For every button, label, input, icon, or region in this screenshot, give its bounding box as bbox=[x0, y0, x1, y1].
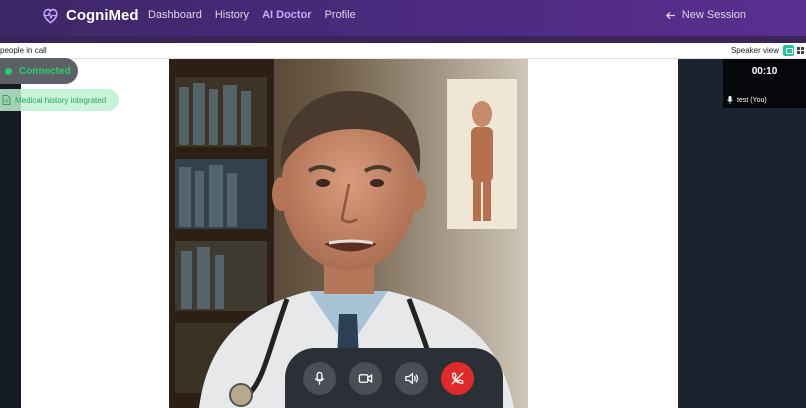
grid-view-icon[interactable] bbox=[797, 47, 804, 54]
call-controls-bar bbox=[285, 348, 503, 408]
brand[interactable]: CogniMed bbox=[41, 6, 139, 25]
phone-off-icon bbox=[451, 372, 464, 385]
video-camera-icon bbox=[358, 374, 373, 383]
brand-name: CogniMed bbox=[66, 7, 139, 24]
nav-ai-doctor[interactable]: AI Doctor bbox=[262, 9, 312, 21]
speaker-volume-button[interactable] bbox=[395, 362, 428, 395]
medical-history-badge: Medical history integrated bbox=[0, 89, 119, 111]
nav-history[interactable]: History bbox=[215, 9, 249, 21]
top-navbar: CogniMed Dashboard History AI Doctor Pro… bbox=[0, 0, 806, 36]
new-session-label: New Session bbox=[681, 9, 746, 21]
medical-history-label: Medical history integrated bbox=[15, 95, 107, 105]
nav-profile[interactable]: Profile bbox=[325, 9, 356, 21]
microphone-icon bbox=[314, 371, 325, 385]
new-session-button[interactable]: New Session bbox=[665, 9, 746, 21]
people-in-call-label: people in call bbox=[0, 46, 47, 55]
document-icon bbox=[2, 95, 11, 105]
toggle-camera-button[interactable] bbox=[349, 362, 382, 395]
participants-panel bbox=[678, 59, 806, 408]
heart-pulse-icon bbox=[43, 8, 58, 24]
speaker-icon bbox=[405, 372, 419, 385]
left-rail bbox=[0, 59, 21, 408]
end-call-button[interactable] bbox=[441, 362, 474, 395]
speaker-view-toggle[interactable] bbox=[783, 45, 794, 56]
self-video-tile[interactable]: 00:10 test (You) bbox=[723, 59, 806, 108]
main-nav: Dashboard History AI Doctor Profile bbox=[148, 9, 356, 21]
call-info-strip: people in call Speaker view bbox=[0, 43, 806, 59]
self-name-tag: test (You) bbox=[727, 96, 767, 104]
call-timer: 00:10 bbox=[751, 66, 778, 77]
speaker-view-label: Speaker view bbox=[730, 46, 779, 55]
status-dot-icon bbox=[5, 67, 12, 75]
self-name-label: test (You) bbox=[737, 96, 767, 104]
connection-status-label: Connected bbox=[19, 65, 71, 77]
microphone-icon bbox=[727, 96, 733, 104]
ai-doctor-call-app: CogniMed Dashboard History AI Doctor Pro… bbox=[0, 0, 806, 408]
connection-status-badge: Connected bbox=[0, 58, 78, 84]
navbar-divider bbox=[0, 36, 806, 43]
nav-dashboard[interactable]: Dashboard bbox=[148, 9, 202, 21]
arrow-left-icon bbox=[665, 11, 675, 19]
mute-microphone-button[interactable] bbox=[303, 362, 336, 395]
